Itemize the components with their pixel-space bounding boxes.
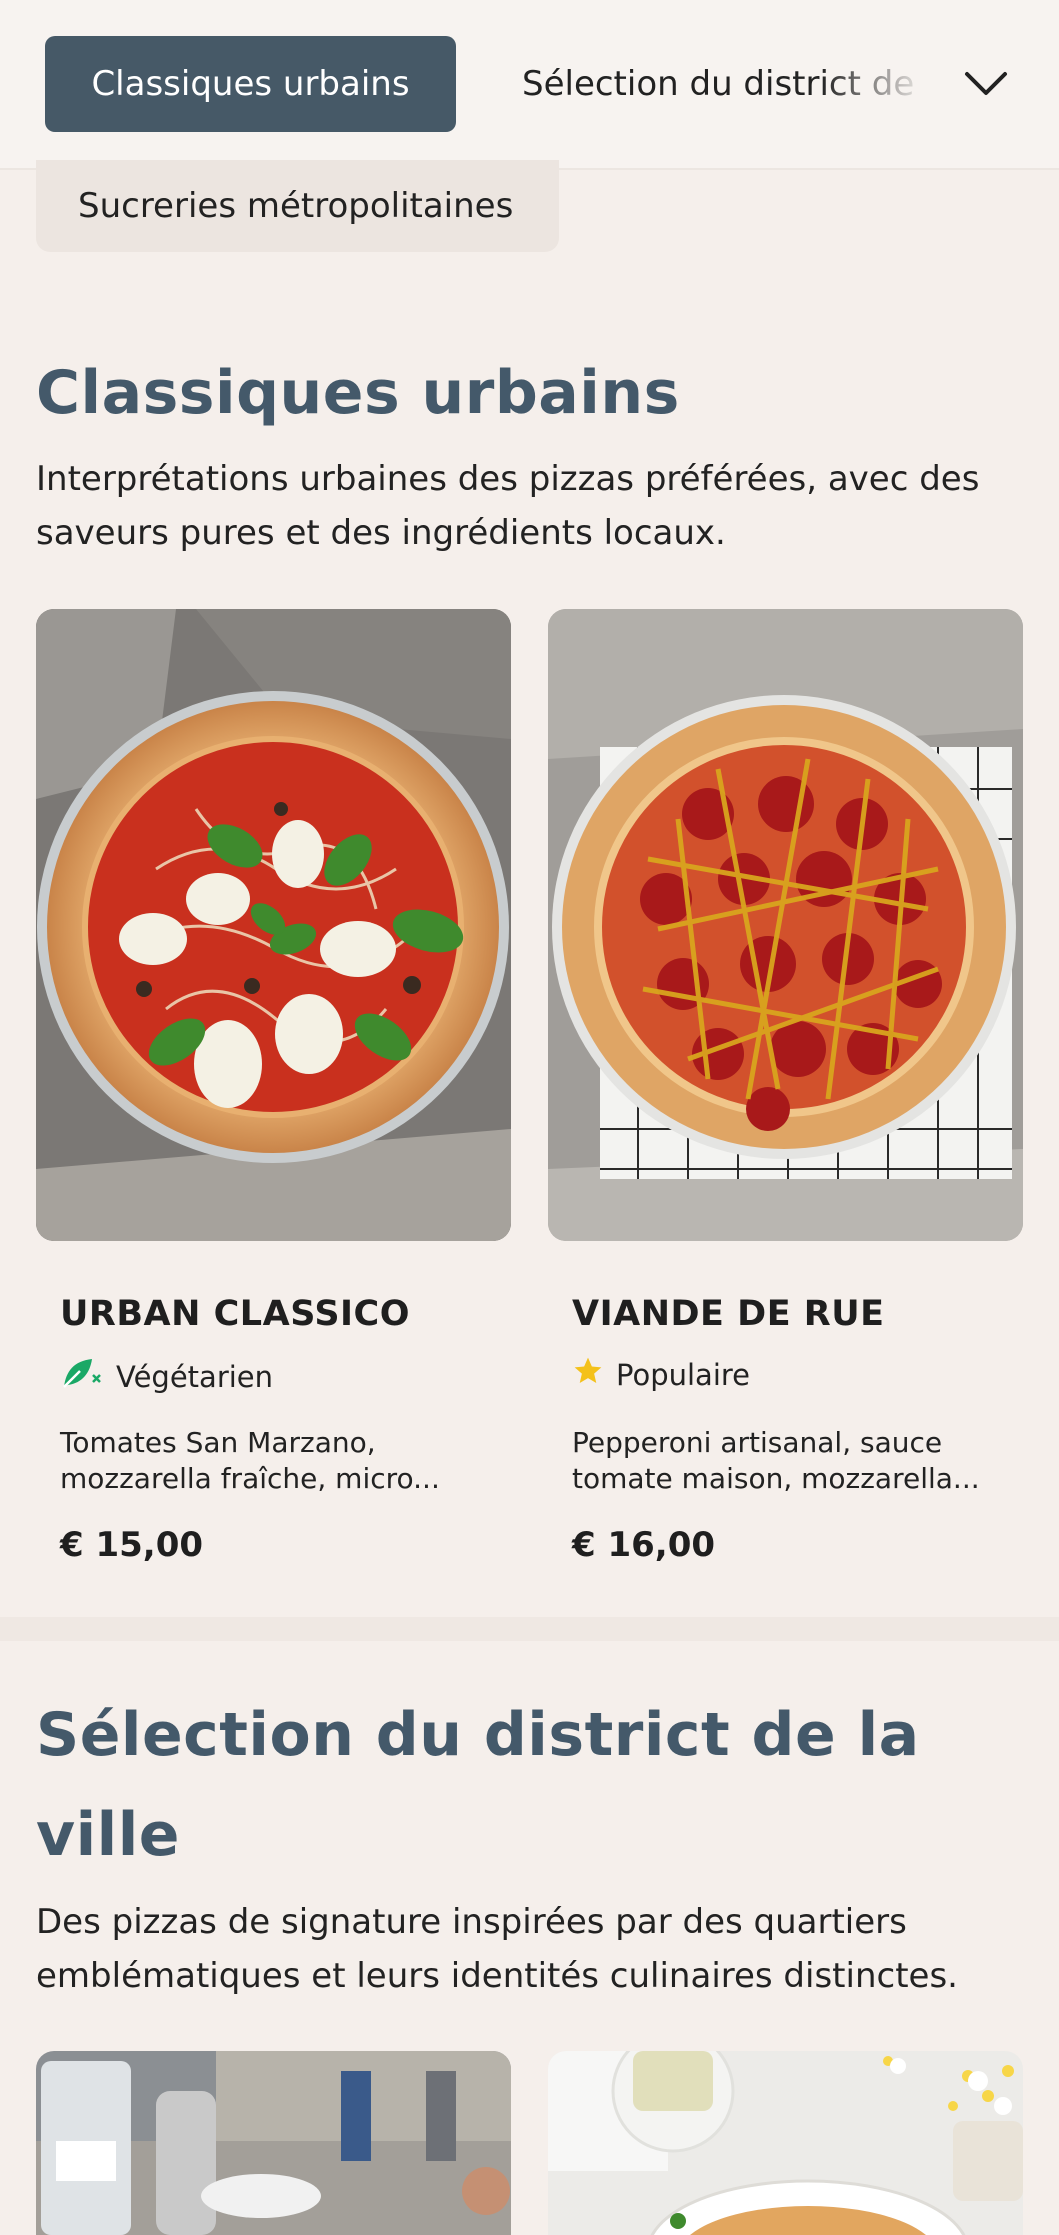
item-name[interactable]: URBAN CLASSICO — [60, 1294, 410, 1334]
item-description-line: Tomates San Marzano, — [60, 1426, 376, 1459]
item-description-line: Pepperoni artisanal, sauce — [572, 1426, 943, 1459]
tab-classiques-urbains[interactable]: Classiques urbains — [45, 36, 456, 132]
category-nav: Classiques urbains Sélection du district… — [0, 0, 1059, 170]
pizza-image-district-1[interactable] — [36, 2051, 511, 2235]
badge-label: Végétarien — [116, 1359, 274, 1394]
tab-sucreries-metropolitaines[interactable]: Sucreries métropolitaines — [36, 160, 559, 252]
pizza-image-viande-de-rue[interactable] — [548, 609, 1023, 1241]
star-icon — [572, 1355, 604, 1394]
vegetarian-badge: Végétarien — [60, 1355, 273, 1398]
item-description: Pepperoni artisanal, sauce tomate maison… — [572, 1425, 992, 1497]
badge-label: Populaire — [616, 1357, 750, 1392]
section-title: Classiques urbains — [36, 358, 680, 428]
item-price: € 16,00 — [572, 1525, 716, 1565]
section-description: Interprétations urbaines des pizzas préf… — [36, 459, 980, 553]
item-description-line: tomate maison, mozzarella... — [572, 1462, 980, 1495]
section-title: Sélection du district de la — [36, 1700, 920, 1770]
item-name[interactable]: VIANDE DE RUE — [572, 1294, 885, 1334]
item-price: € 15,00 — [60, 1525, 204, 1565]
tab-selection-district[interactable]: Sélection du district de la ville — [522, 36, 937, 132]
pizza-image-district-2[interactable] — [548, 2051, 1023, 2235]
popular-badge: Populaire — [572, 1355, 750, 1394]
section-divider — [0, 1617, 1059, 1641]
pizza-image-urban-classico[interactable] — [36, 609, 511, 1241]
item-description: Tomates San Marzano, mozzarella fraîche,… — [60, 1425, 480, 1497]
section-description: Des pizzas de signature inspirées par de… — [36, 1902, 958, 1996]
section-title-continued: ville — [36, 1800, 181, 1870]
leaf-vegetarian-icon — [60, 1355, 104, 1398]
item-description-line: mozzarella fraîche, micro... — [60, 1462, 440, 1495]
chevron-down-icon[interactable] — [958, 60, 1014, 108]
